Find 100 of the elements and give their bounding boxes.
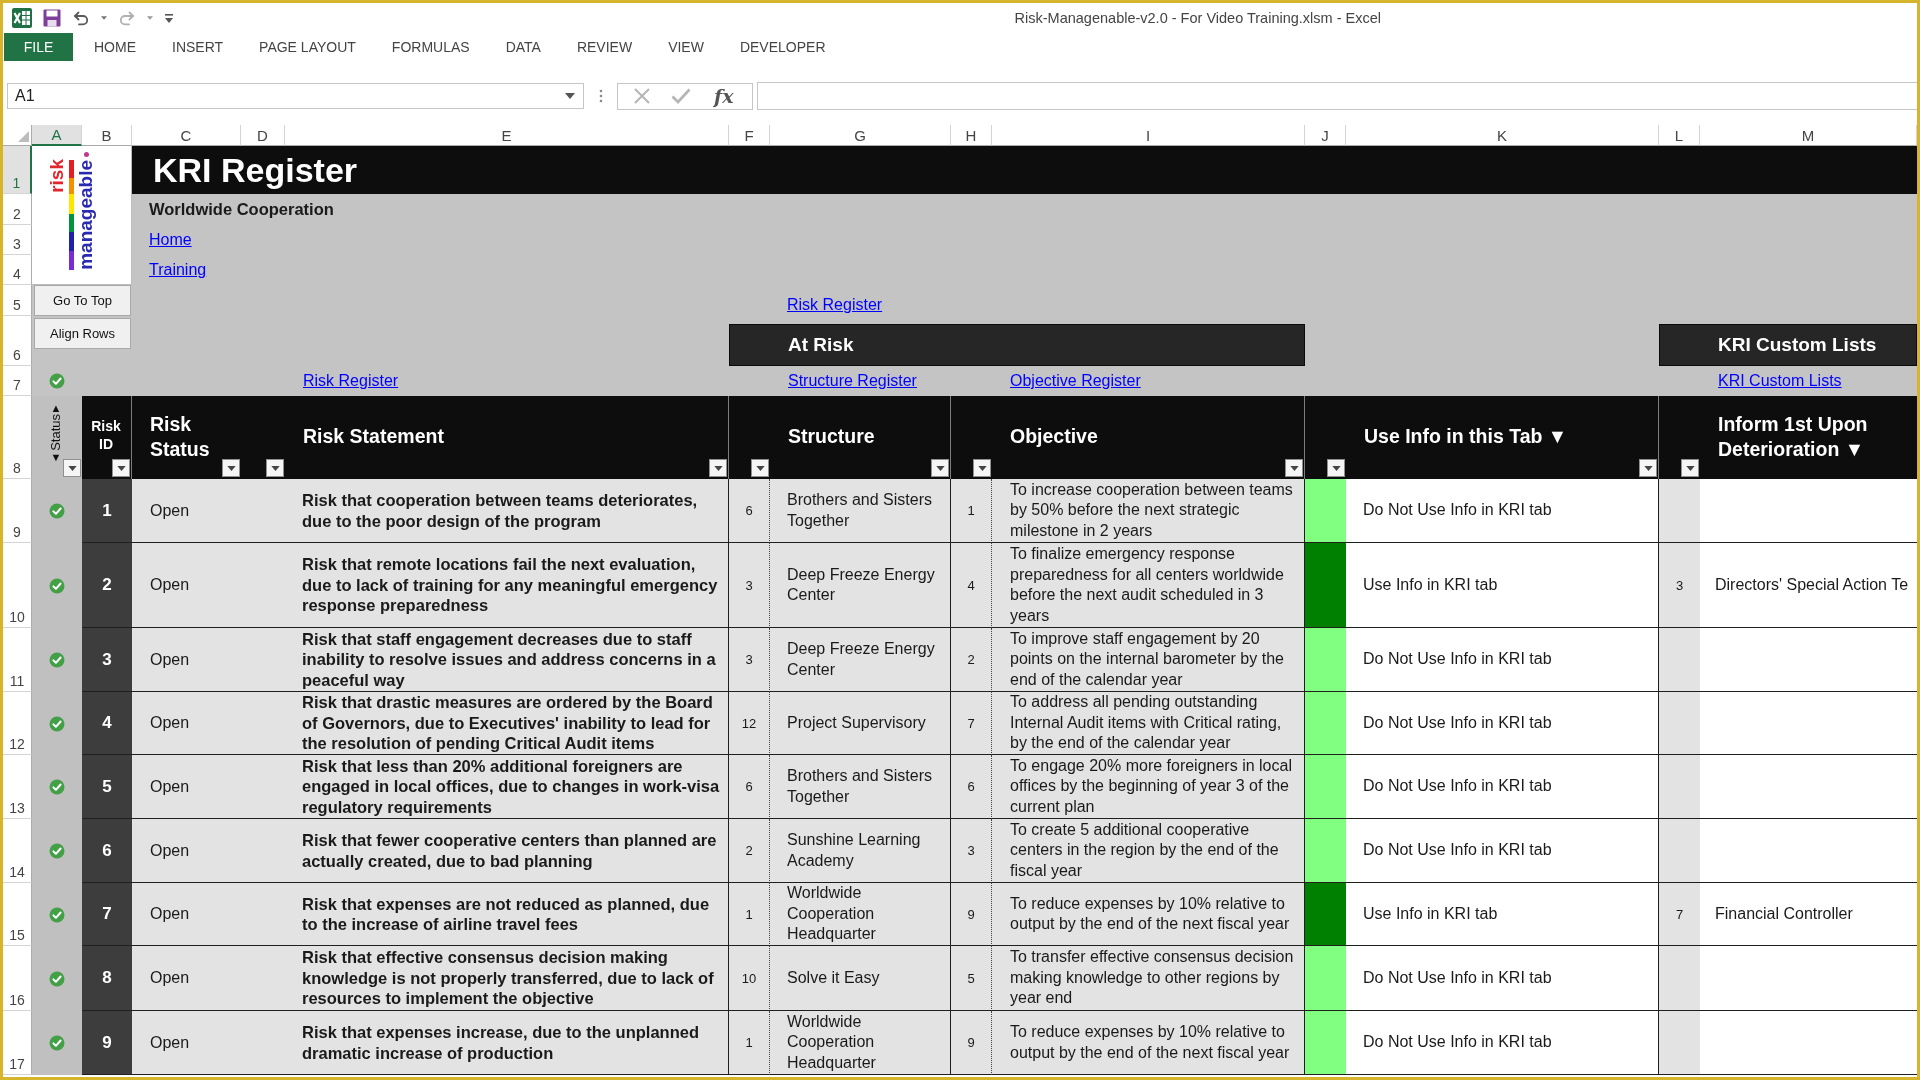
column-heading: Risk Statement	[303, 424, 444, 449]
objective-cell: To address all pending outstanding Internal Audit items with Critical rating, by the end of the calendar year	[992, 692, 1305, 755]
objective-number-cell: 3	[951, 819, 992, 883]
objective-number-cell: 9	[951, 1011, 992, 1075]
use-info-cell: Do Not Use Info in KRI tab	[1346, 946, 1659, 1011]
objective-number-cell: 5	[951, 946, 992, 1011]
ribbon-tab[interactable]: DEVELOPER	[721, 33, 844, 61]
save-icon[interactable]	[43, 9, 61, 27]
row-header[interactable]: 8	[3, 396, 32, 479]
risk-status-cell: Open	[132, 819, 285, 883]
structure-number-cell: 6	[729, 755, 770, 819]
filter-button[interactable]	[931, 459, 949, 477]
objective-number-cell: 9	[951, 883, 992, 946]
risk-status-cell: Open	[132, 479, 285, 543]
hyperlink[interactable]: Objective Register	[1010, 372, 1141, 390]
use-info-cell: Use Info in KRI tab	[1346, 883, 1659, 946]
caret-down-icon	[67, 465, 77, 471]
spreadsheet-icon[interactable]	[12, 8, 32, 28]
row-header[interactable]: 7	[3, 366, 32, 396]
column-header[interactable]: A	[32, 125, 82, 146]
formula-input[interactable]	[757, 82, 1917, 110]
structure-number-cell: 3	[729, 543, 770, 628]
row-header[interactable]: 6	[3, 316, 32, 366]
row-header[interactable]: 12	[3, 692, 32, 755]
column-header[interactable]: H	[951, 125, 992, 146]
hyperlink[interactable]: Risk Register	[303, 372, 399, 390]
column-header[interactable]: B	[82, 125, 132, 146]
column-header[interactable]: D	[241, 125, 285, 146]
structure-cell: Deep Freeze Energy Center	[770, 628, 951, 692]
row-header[interactable]: 11	[3, 628, 32, 692]
undo-icon[interactable]	[72, 10, 90, 26]
ribbon-tab[interactable]: PAGE LAYOUT	[241, 33, 374, 61]
column-header[interactable]: J	[1305, 125, 1346, 146]
sort-arrow: ▼	[50, 450, 62, 463]
row-header[interactable]: 10	[3, 543, 32, 628]
ribbon-tab[interactable]: HOME	[76, 33, 154, 61]
risk-statement-cell: Risk that staff engagement decreases due to staff inability to resolve issues and address concerns in a peaceful way	[285, 628, 729, 692]
filter-button[interactable]	[63, 459, 81, 477]
caret-down-icon	[1643, 465, 1653, 471]
sheet-button[interactable]: Align Rows	[34, 318, 131, 349]
column-heading: Use Info in this Tab ▼	[1364, 424, 1568, 449]
row-header[interactable]: 3	[3, 225, 32, 255]
name-box[interactable]: A1	[7, 83, 584, 109]
filter-button[interactable]	[973, 459, 991, 477]
filter-button[interactable]	[1327, 459, 1345, 477]
column-header[interactable]: G	[770, 125, 951, 146]
hyperlink[interactable]: KRI Custom Lists	[1718, 372, 1842, 390]
caret-down-icon	[1289, 465, 1299, 471]
row-header[interactable]: 13	[3, 755, 32, 819]
insert-function-button[interactable]: fx	[712, 85, 736, 107]
ribbon-tab[interactable]: FORMULAS	[373, 33, 488, 61]
row-header[interactable]: 16	[3, 946, 32, 1011]
risk-status-cell: Open	[132, 946, 285, 1011]
column-heading: Risk Status	[150, 411, 211, 462]
inform-number-cell: 3	[1659, 543, 1700, 628]
filter-button[interactable]	[709, 459, 727, 477]
check-icon[interactable]	[671, 88, 692, 104]
bar-caret-icon[interactable]	[164, 13, 174, 23]
ribbon-tab[interactable]: REVIEW	[558, 33, 651, 61]
row-header[interactable]: 9	[3, 479, 32, 543]
column-header[interactable]: I	[992, 125, 1305, 146]
filter-button[interactable]	[751, 459, 769, 477]
filter-button[interactable]	[222, 459, 240, 477]
filter-button[interactable]	[266, 459, 284, 477]
row-header[interactable]: 14	[3, 819, 32, 883]
hyperlink[interactable]: Structure Register	[788, 372, 917, 390]
ribbon-tab[interactable]: INSERT	[154, 33, 242, 61]
row-header[interactable]: 1	[3, 146, 32, 194]
column-header[interactable]: L	[1659, 125, 1700, 146]
filter-button[interactable]	[1681, 459, 1699, 477]
column-header[interactable]: C	[132, 125, 241, 146]
column-heading: Objective	[1010, 424, 1098, 449]
vertical-dots-icon	[599, 89, 603, 103]
hyperlink[interactable]: Risk Register	[787, 296, 883, 314]
filter-button[interactable]	[1285, 459, 1303, 477]
row-header[interactable]: 2	[3, 194, 32, 225]
risk-id-cell: 3	[82, 628, 132, 692]
stripe-bar-icon	[69, 160, 74, 270]
ribbon-tab[interactable]: DATA	[487, 33, 559, 61]
filter-button[interactable]	[112, 459, 130, 477]
row-header[interactable]: 4	[3, 255, 32, 285]
risk-statement-cell: Risk that effective consensus decision making knowledge is not properly transferred, due to lack of resources to implement the objective	[285, 946, 729, 1011]
row-header[interactable]: 17	[3, 1011, 32, 1075]
ribbon-tab[interactable]: VIEW	[650, 33, 722, 61]
column-heading: Inform 1st Upon Deterioration ▼	[1718, 411, 1869, 462]
row-header[interactable]: 15	[3, 883, 32, 946]
column-header[interactable]: E	[285, 125, 729, 146]
column-header[interactable]: K	[1346, 125, 1659, 146]
hyperlink[interactable]: Training	[149, 261, 207, 279]
column-header[interactable]: F	[729, 125, 770, 146]
status-heading: Status	[49, 414, 63, 451]
section-band: At Risk	[729, 324, 1305, 366]
objective-cell: To increase cooperation between teams by 50% before the next strategic milestone in 2 years	[992, 479, 1305, 543]
risk-id-cell: 7	[82, 883, 132, 946]
row-header[interactable]: 5	[3, 285, 32, 316]
caret-down-icon	[1685, 465, 1695, 471]
hyperlink[interactable]: Home	[149, 231, 192, 249]
column-header[interactable]: M	[1700, 125, 1917, 146]
filter-button[interactable]	[1639, 459, 1657, 477]
sheet-button[interactable]: Go To Top	[34, 285, 131, 316]
